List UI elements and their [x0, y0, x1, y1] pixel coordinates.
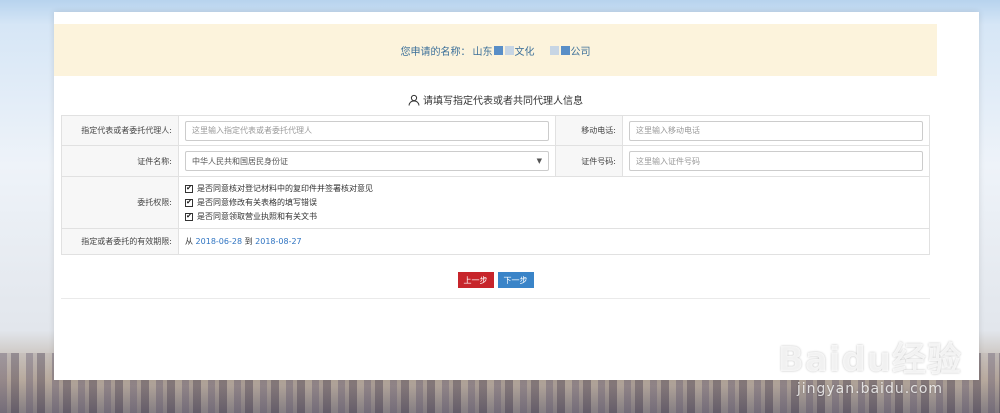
section-heading-text: 请填写指定代表或者共同代理人信息: [423, 96, 583, 107]
applied-name-part1: 山东: [472, 46, 493, 58]
permission-check-1[interactable]: ✔ 是否同意核对登记材料中的复印件并签署核对意见: [185, 183, 373, 194]
redaction-mask: [560, 45, 570, 55]
form-row-permissions: 委托权限: ✔ 是否同意核对登记材料中的复印件并签署核对意见 ✔ 是否同意修改有…: [62, 177, 929, 229]
permissions-cell: ✔ 是否同意核对登记材料中的复印件并签署核对意见 ✔ 是否同意修改有关表格的填写…: [179, 177, 929, 228]
validity-label: 指定或者委托的有效期限:: [62, 229, 179, 254]
permission-label-1: 是否同意核对登记材料中的复印件并签署核对意见: [197, 184, 373, 193]
checkbox-checked-icon[interactable]: ✔: [185, 212, 193, 221]
id-no-label: 证件号码:: [556, 146, 623, 176]
to-label: 到: [244, 237, 253, 246]
agent-input[interactable]: 这里输入指定代表或者委托代理人: [185, 120, 549, 141]
main-panel: 您申请的名称： 山东 文化 公司 请填写指定代表或者共同代理人信息 指定代表或者…: [54, 12, 979, 380]
form-row-id: 证件名称: 中华人民共和国居民身份证 ▼ 证件号码: 这里输入证件号码: [62, 146, 929, 177]
id-type-select[interactable]: 中华人民共和国居民身份证 ▼: [185, 151, 549, 171]
applied-name-part3: 公司: [570, 46, 591, 58]
id-no-input[interactable]: 这里输入证件号码: [629, 151, 923, 171]
permission-check-3[interactable]: ✔ 是否同意领取营业执照和有关文书: [185, 211, 317, 222]
checkbox-checked-icon[interactable]: ✔: [185, 184, 193, 193]
applied-name-part2: 文化: [514, 46, 535, 58]
from-label: 从: [185, 237, 193, 246]
checkbox-checked-icon[interactable]: ✔: [185, 198, 193, 207]
user-icon: [408, 94, 420, 106]
nav-buttons: 上一步 下一步: [54, 272, 937, 288]
redaction-mask: [504, 45, 514, 55]
redaction-mask: [549, 45, 559, 55]
chevron-down-icon: ▼: [536, 157, 542, 165]
to-date[interactable]: 2018-08-27: [255, 237, 302, 246]
prev-step-button[interactable]: 上一步: [457, 272, 494, 288]
next-step-button[interactable]: 下一步: [497, 272, 534, 288]
form-row-validity: 指定或者委托的有效期限: 从 2018-06-28 到 2018-08-27: [62, 229, 929, 254]
watermark-sub: jingyan.baidu.com: [796, 381, 944, 397]
agent-form: 指定代表或者委托代理人: 这里输入指定代表或者委托代理人 移动电话: 这里输入移…: [61, 115, 930, 255]
id-type-field-cell: 中华人民共和国居民身份证 ▼: [179, 146, 556, 176]
watermark-main: Baidu经验: [777, 340, 962, 380]
permission-label-2: 是否同意修改有关表格的填写错误: [197, 198, 317, 207]
redaction-mask: [493, 45, 503, 55]
validity-cell: 从 2018-06-28 到 2018-08-27: [179, 229, 929, 254]
baidu-watermark: Baidu经验 jingyan.baidu.com: [778, 332, 962, 397]
agent-label: 指定代表或者委托代理人:: [62, 116, 179, 145]
permission-check-2[interactable]: ✔ 是否同意修改有关表格的填写错误: [185, 197, 317, 208]
auth-label: 委托权限:: [62, 177, 179, 228]
agent-field-cell: 这里输入指定代表或者委托代理人: [179, 116, 556, 145]
mobile-label: 移动电话:: [556, 116, 623, 145]
mobile-input[interactable]: 这里输入移动电话: [629, 120, 923, 141]
form-row-agent: 指定代表或者委托代理人: 这里输入指定代表或者委托代理人 移动电话: 这里输入移…: [62, 116, 929, 146]
from-date[interactable]: 2018-06-28: [196, 237, 243, 246]
id-type-value: 中华人民共和国居民身份证: [192, 156, 288, 166]
id-type-label: 证件名称:: [62, 146, 179, 176]
divider: [61, 298, 930, 299]
id-no-field-cell: 这里输入证件号码: [623, 146, 929, 176]
mobile-field-cell: 这里输入移动电话: [623, 116, 929, 145]
permission-label-3: 是否同意领取营业执照和有关文书: [197, 212, 317, 221]
section-heading: 请填写指定代表或者共同代理人信息: [54, 92, 937, 107]
applied-name-label: 您申请的名称：: [400, 46, 471, 58]
applied-name-banner: 您申请的名称： 山东 文化 公司: [54, 24, 937, 76]
